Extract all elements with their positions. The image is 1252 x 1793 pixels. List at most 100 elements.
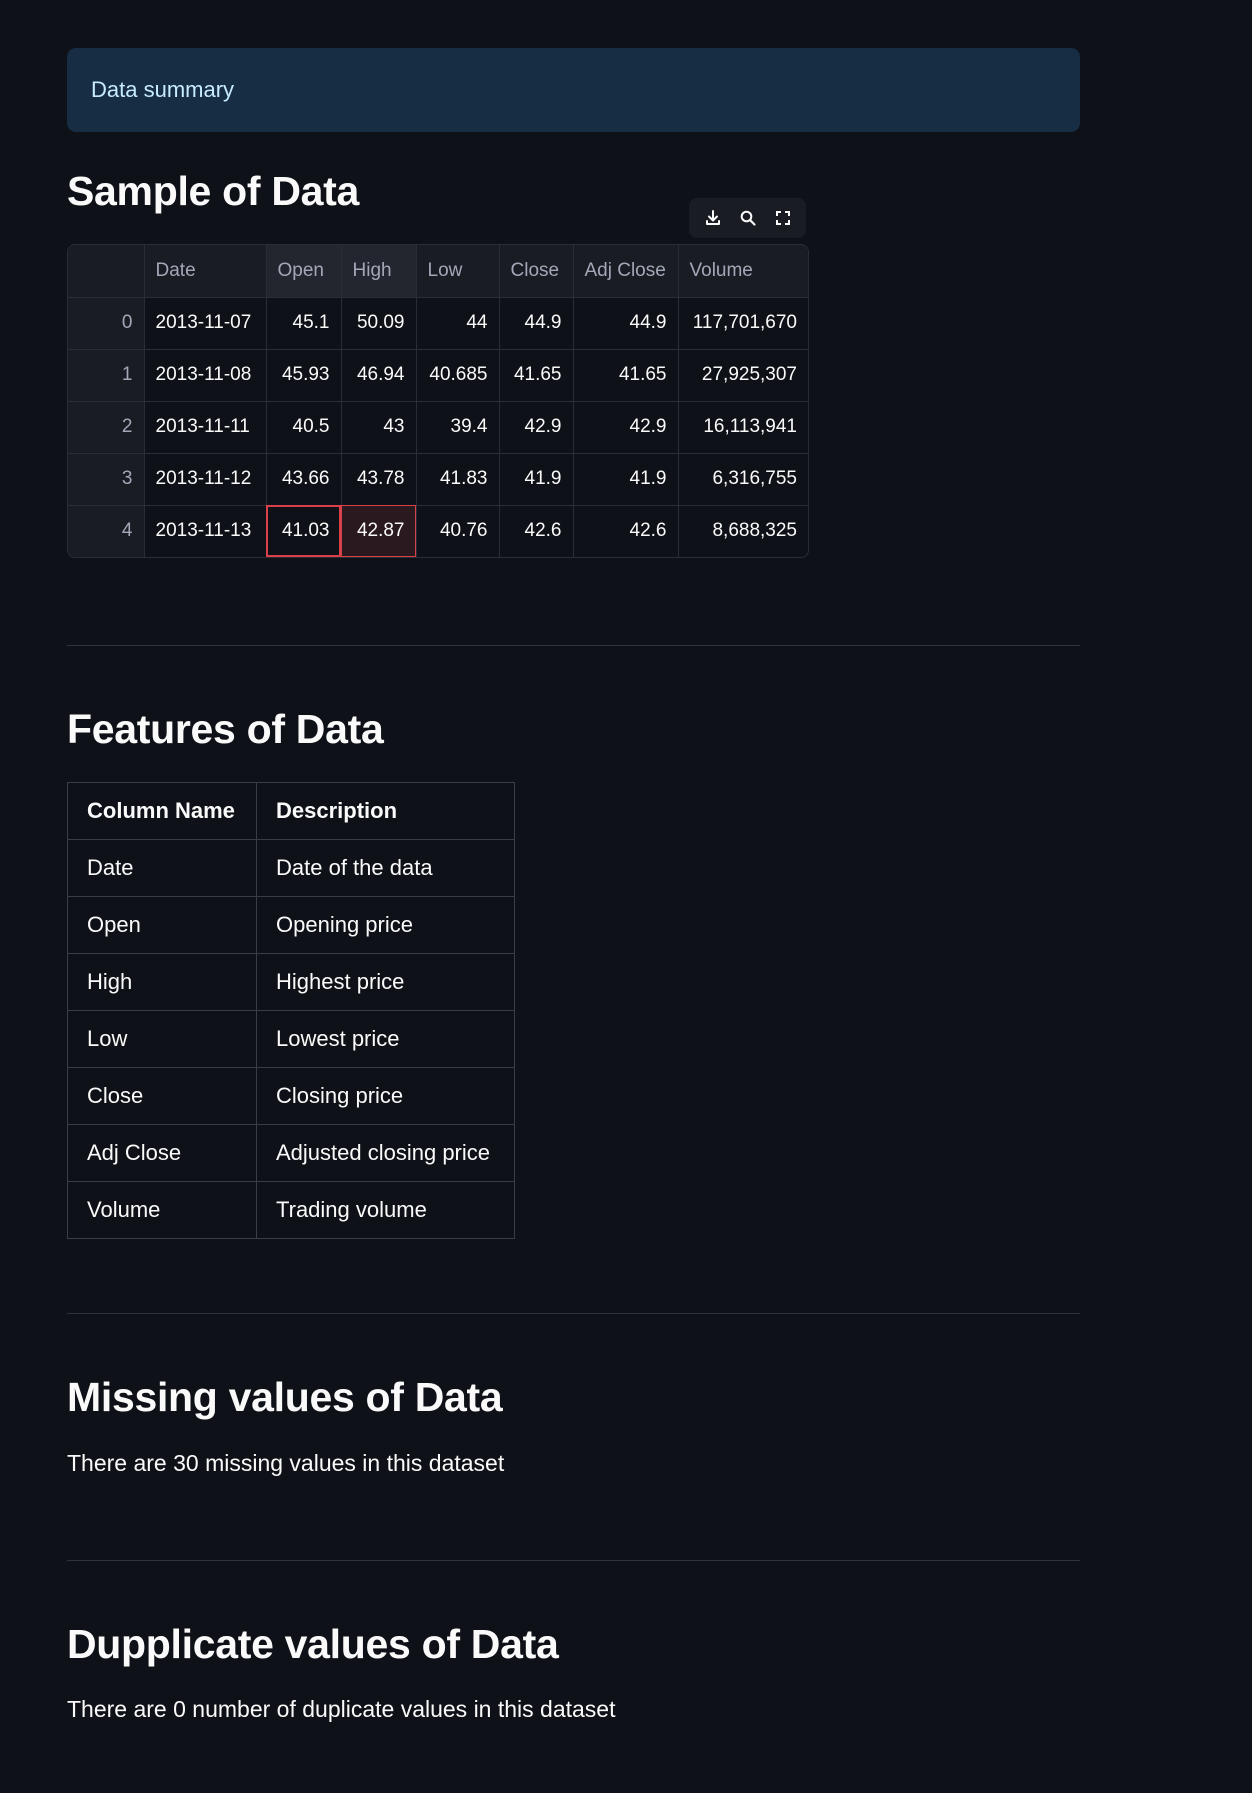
divider <box>67 645 1080 646</box>
fullscreen-button[interactable] <box>769 204 797 232</box>
cell-date[interactable]: 2013-11-11 <box>144 401 267 454</box>
search-button[interactable] <box>734 204 762 232</box>
sample-table: Date Open High Low Close Adj Close Volum… <box>68 245 808 557</box>
cell-date[interactable]: 2013-11-07 <box>144 297 267 350</box>
cell-high[interactable]: 43.78 <box>341 453 417 506</box>
download-button[interactable] <box>699 204 727 232</box>
dataframe-toolbar <box>689 198 806 238</box>
features-title: Features of Data <box>67 706 384 752</box>
duplicate-values-text: There are 0 number of duplicate values i… <box>67 1696 616 1722</box>
table-row: Date Date of the data <box>67 839 515 897</box>
divider <box>67 1313 1080 1314</box>
main-content: Data summary Sample of Data Date Open Hi… <box>67 48 1080 1722</box>
header-row: Column Name Description <box>67 782 515 840</box>
column-name-header: Column Name <box>67 782 257 840</box>
cell-adj-close[interactable]: 41.65 <box>573 349 679 402</box>
row-index: 4 <box>68 505 145 557</box>
cell-open-selected[interactable]: 41.03 <box>266 505 342 557</box>
table-row: 2 2013-11-11 40.5 43 39.4 42.9 42.9 16,1… <box>68 401 808 454</box>
table-row: 4 2013-11-13 41.03 42.87 40.76 42.6 42.6… <box>68 505 808 557</box>
sample-title: Sample of Data <box>67 168 359 214</box>
cell-close[interactable]: 42.6 <box>499 505 574 557</box>
feature-description: Highest price <box>256 953 515 1011</box>
feature-name: Date <box>67 839 257 897</box>
cell-adj-close[interactable]: 41.9 <box>573 453 679 506</box>
cell-close[interactable]: 44.9 <box>499 297 574 350</box>
cell-volume[interactable]: 6,316,755 <box>678 453 808 506</box>
cell-date[interactable]: 2013-11-13 <box>144 505 267 557</box>
table-row: High Highest price <box>67 953 515 1011</box>
feature-description: Closing price <box>256 1067 515 1125</box>
cell-date[interactable]: 2013-11-08 <box>144 349 267 402</box>
divider <box>67 1560 1080 1561</box>
column-header-date[interactable]: Date <box>144 245 267 298</box>
table-row: 1 2013-11-08 45.93 46.94 40.685 41.65 41… <box>68 349 808 402</box>
cell-low[interactable]: 40.76 <box>416 505 500 557</box>
missing-values-title: Missing values of Data <box>67 1374 503 1420</box>
table-row: Close Closing price <box>67 1067 515 1125</box>
cell-low[interactable]: 41.83 <box>416 453 500 506</box>
feature-name: Open <box>67 896 257 954</box>
column-header-close[interactable]: Close <box>499 245 574 298</box>
cell-high[interactable]: 46.94 <box>341 349 417 402</box>
row-index: 1 <box>68 349 145 402</box>
cell-high-selected[interactable]: 42.87 <box>341 505 417 557</box>
cell-date[interactable]: 2013-11-12 <box>144 453 267 506</box>
cell-low[interactable]: 39.4 <box>416 401 500 454</box>
header-row: Date Open High Low Close Adj Close Volum… <box>68 245 808 298</box>
cell-open[interactable]: 45.1 <box>266 297 342 350</box>
cell-adj-close[interactable]: 44.9 <box>573 297 679 350</box>
feature-description: Trading volume <box>256 1181 515 1239</box>
cell-open[interactable]: 45.93 <box>266 349 342 402</box>
table-row: Volume Trading volume <box>67 1181 515 1239</box>
cell-low[interactable]: 40.685 <box>416 349 500 402</box>
column-header-low[interactable]: Low <box>416 245 500 298</box>
feature-name: Low <box>67 1010 257 1068</box>
cell-close[interactable]: 41.9 <box>499 453 574 506</box>
search-icon <box>740 210 756 226</box>
cell-volume[interactable]: 117,701,670 <box>678 297 808 350</box>
table-row: Adj Close Adjusted closing price <box>67 1124 515 1182</box>
feature-description: Lowest price <box>256 1010 515 1068</box>
cell-high[interactable]: 50.09 <box>341 297 417 350</box>
cell-open[interactable]: 43.66 <box>266 453 342 506</box>
cell-adj-close[interactable]: 42.9 <box>573 401 679 454</box>
download-icon <box>705 210 720 225</box>
feature-name: Volume <box>67 1181 257 1239</box>
column-header-high[interactable]: High <box>341 245 417 298</box>
table-row: 0 2013-11-07 45.1 50.09 44 44.9 44.9 117… <box>68 297 808 350</box>
info-box: Data summary <box>67 48 1080 132</box>
table-row: 3 2013-11-12 43.66 43.78 41.83 41.9 41.9… <box>68 453 808 506</box>
table-row: Low Lowest price <box>67 1010 515 1068</box>
sample-dataframe[interactable]: Date Open High Low Close Adj Close Volum… <box>67 244 809 558</box>
column-header-volume[interactable]: Volume <box>678 245 808 298</box>
feature-description: Date of the data <box>256 839 515 897</box>
cell-close[interactable]: 41.65 <box>499 349 574 402</box>
feature-name: High <box>67 953 257 1011</box>
row-index: 0 <box>68 297 145 350</box>
fullscreen-icon <box>775 211 790 225</box>
cell-volume[interactable]: 8,688,325 <box>678 505 808 557</box>
cell-adj-close[interactable]: 42.6 <box>573 505 679 557</box>
cell-volume[interactable]: 16,113,941 <box>678 401 808 454</box>
missing-values-text: There are 30 missing values in this data… <box>67 1450 505 1476</box>
feature-name: Adj Close <box>67 1124 257 1182</box>
cell-high[interactable]: 43 <box>341 401 417 454</box>
column-header-adj-close[interactable]: Adj Close <box>573 245 679 298</box>
duplicate-values-title: Dupplicate values of Data <box>67 1621 559 1667</box>
feature-name: Close <box>67 1067 257 1125</box>
column-header-open[interactable]: Open <box>266 245 342 298</box>
info-text: Data summary <box>91 77 235 102</box>
table-row: Open Opening price <box>67 896 515 954</box>
cell-close[interactable]: 42.9 <box>499 401 574 454</box>
row-index: 3 <box>68 453 145 506</box>
feature-description: Adjusted closing price <box>256 1124 515 1182</box>
cell-low[interactable]: 44 <box>416 297 500 350</box>
features-table: Column Name Description Date Date of the… <box>67 782 515 1239</box>
cell-open[interactable]: 40.5 <box>266 401 342 454</box>
description-header: Description <box>256 782 515 840</box>
row-index: 2 <box>68 401 145 454</box>
cell-volume[interactable]: 27,925,307 <box>678 349 808 402</box>
index-header[interactable] <box>68 245 145 298</box>
feature-description: Opening price <box>256 896 515 954</box>
